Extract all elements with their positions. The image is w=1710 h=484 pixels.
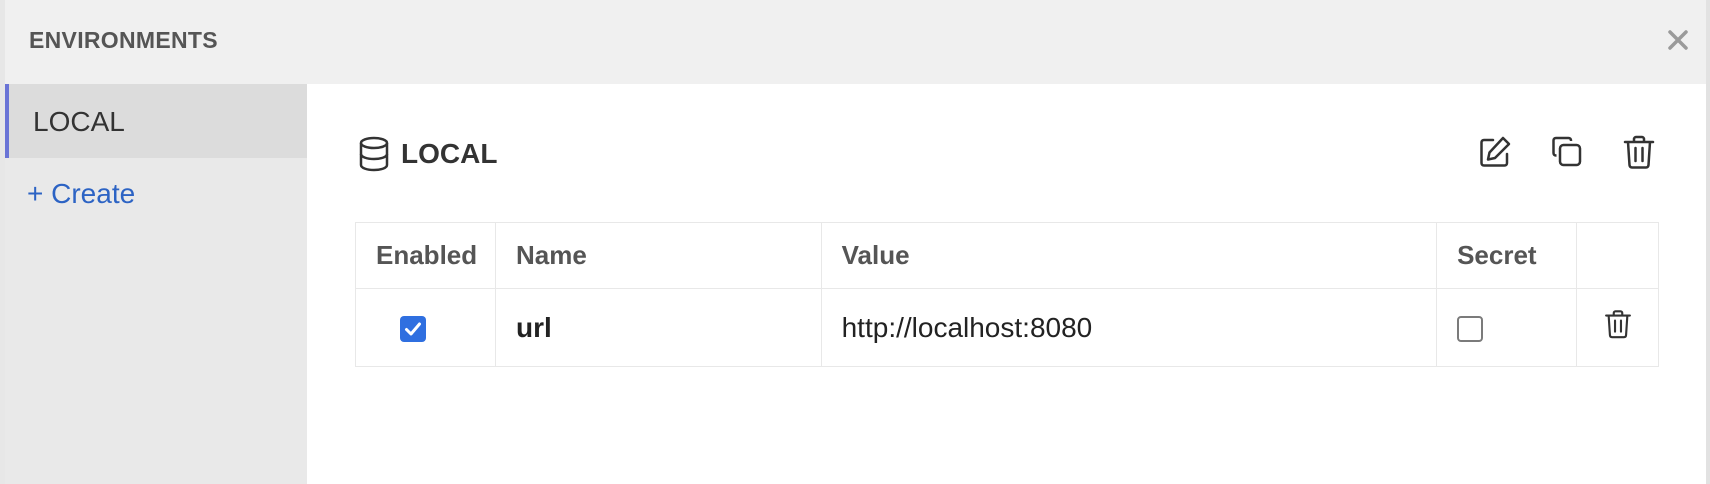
environment-header: LOCAL	[357, 134, 497, 174]
column-header-value: Value	[820, 222, 1438, 289]
variable-name-cell[interactable]: url	[494, 288, 822, 367]
duplicate-icon	[1552, 136, 1582, 167]
secret-cell	[1436, 288, 1578, 367]
environment-name: LOCAL	[401, 138, 498, 169]
delete-variable-button[interactable]	[1601, 306, 1635, 349]
edit-environment-button[interactable]	[1475, 132, 1515, 172]
column-header-enabled: Enabled	[355, 222, 496, 289]
variable-value-cell[interactable]: http://localhost:8080	[820, 288, 1438, 367]
close-button[interactable]	[1662, 24, 1694, 56]
table-row: url http://localhost:8080	[355, 288, 1659, 367]
database-icon	[359, 136, 389, 172]
checkmark-icon	[405, 322, 421, 336]
modal-header: ENVIRONMENTS	[5, 0, 1706, 84]
trash-icon	[1623, 135, 1655, 169]
column-header-actions	[1576, 222, 1659, 289]
close-icon	[1668, 30, 1688, 50]
create-environment-link[interactable]: + Create	[27, 178, 135, 210]
environments-sidebar: LOCAL + Create	[5, 84, 307, 484]
modal-right-edge	[1706, 0, 1710, 484]
secret-checkbox[interactable]	[1457, 316, 1484, 343]
delete-environment-button[interactable]	[1619, 132, 1659, 172]
modal-title: ENVIRONMENTS	[29, 27, 218, 53]
environment-detail: LOCAL Enabled Name Value Secret url http…	[307, 84, 1706, 484]
variables-table: Enabled Name Value Secret url http://loc…	[355, 222, 1659, 367]
duplicate-environment-button[interactable]	[1547, 132, 1587, 172]
edit-icon	[1480, 136, 1511, 167]
column-header-name: Name	[494, 222, 822, 289]
row-actions-cell	[1576, 288, 1659, 367]
column-header-secret: Secret	[1436, 222, 1578, 289]
environments-modal: ENVIRONMENTS LOCAL + Create LOCAL Enable…	[0, 0, 1710, 484]
trash-icon	[1605, 310, 1631, 339]
table-header-row: Enabled Name Value Secret	[355, 222, 1659, 289]
sidebar-item-local[interactable]: LOCAL	[5, 84, 307, 158]
enabled-checkbox[interactable]	[400, 316, 426, 343]
enabled-cell	[355, 288, 496, 367]
sidebar-item-label: LOCAL	[33, 106, 125, 137]
